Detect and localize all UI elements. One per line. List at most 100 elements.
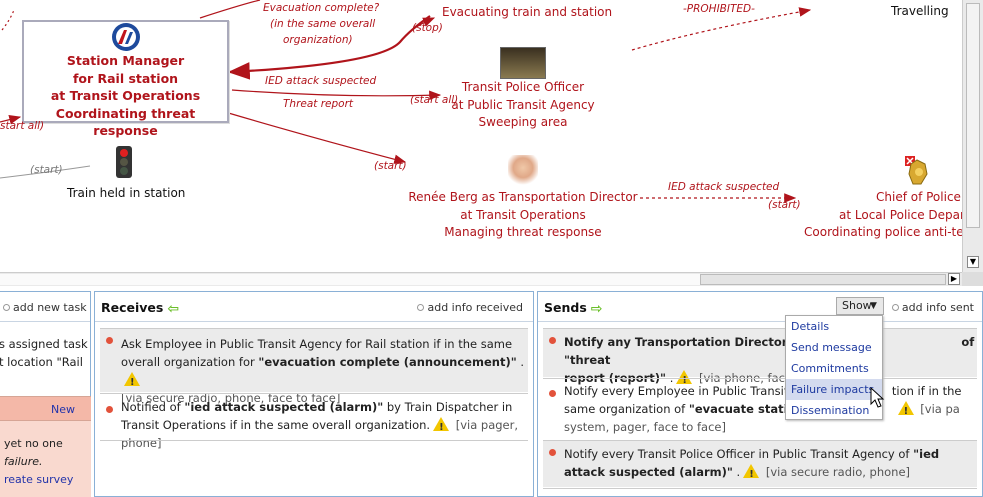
police-badge-icon <box>905 156 929 186</box>
divider <box>100 393 528 394</box>
scroll-down-arrow-icon[interactable]: ▼ <box>967 256 979 268</box>
task-line2: t location "Rail <box>0 355 83 369</box>
node-chief[interactable]: Chief of Police at Local Police Depar Co… <box>800 189 962 242</box>
receives-title: Receives ⇦ <box>101 300 180 317</box>
tasks-panel-header: add new task <box>0 292 90 322</box>
flow-arrow <box>231 89 442 101</box>
create-survey-link[interactable]: reate survey <box>4 471 73 489</box>
menu-item-failure-impacts[interactable]: Failure impacts <box>786 379 882 400</box>
station-manager-line2: for Rail station <box>72 70 179 86</box>
label-evac-complete-3: organization) <box>283 34 353 46</box>
new-badge: New <box>51 403 75 416</box>
horizontal-scroll-track <box>0 274 700 285</box>
flow-arrow <box>631 7 812 51</box>
station-manager-line4: Coordinating threat response <box>55 105 196 139</box>
label-evac-complete-2: (in the same overall <box>270 18 376 30</box>
vertical-scrollbar[interactable]: ≡ ▼ <box>962 0 983 272</box>
label-ied-suspected: IED attack suspected <box>265 75 377 87</box>
transit-police-line1: Transit Police Officer <box>461 80 585 94</box>
vertical-scroll-thumb[interactable] <box>966 3 980 228</box>
menu-item-details[interactable]: Details <box>786 316 882 337</box>
label-threat-report: Threat report <box>283 98 354 110</box>
label-prohibited: -PROHIBITED- <box>683 3 755 15</box>
scroll-corner <box>962 272 983 286</box>
node-renee[interactable]: Renée Berg as Transportation Director at… <box>408 189 638 242</box>
renee-line3: Managing threat response <box>444 225 602 239</box>
chevron-down-icon: ▼ <box>870 301 877 311</box>
label-start-all: (start all) <box>410 94 459 106</box>
bullet-icon <box>106 337 113 344</box>
bullet-icon <box>549 337 556 344</box>
node-train-held[interactable]: Train held in station <box>67 186 185 200</box>
arrow-right-icon: ⇨ <box>590 301 603 317</box>
divider <box>543 488 977 489</box>
task-line1: s assigned task <box>0 337 88 351</box>
warning-icon <box>743 464 760 484</box>
renee-line2: at Transit Operations <box>460 207 586 222</box>
node-station-manager[interactable]: Station Manager for Rail station at Tran… <box>22 20 229 138</box>
receive-item[interactable]: Ask Employee in Public Transit Agency fo… <box>100 329 528 405</box>
flow-arrow <box>1 9 15 31</box>
arrow-left-icon: ⇦ <box>167 301 180 317</box>
receive-item[interactable]: Notified of "ied attack suspected (alarm… <box>100 398 528 450</box>
warning-icon <box>897 401 914 421</box>
issue-line2: failure. <box>4 455 43 468</box>
flow-arrow <box>224 111 407 164</box>
add-info-sent-link[interactable]: add info sent <box>891 301 974 314</box>
task-issue-box: New yet no one failure. reate survey <box>0 396 91 497</box>
chief-line2: at Local Police Depar <box>839 207 962 222</box>
node-transit-police[interactable]: Transit Police Officer at Public Transit… <box>448 79 598 132</box>
send-item[interactable]: Notify every Transit Police Officer in P… <box>543 441 977 487</box>
label-ied-suspected-2: IED attack suspected <box>668 181 780 193</box>
bullet-icon <box>549 449 556 456</box>
task-description: s assigned task t location "Rail <box>0 335 88 371</box>
renee-line1: Renée Berg as Transportation Director <box>408 190 638 204</box>
horizontal-scroll-thumb[interactable] <box>700 274 946 285</box>
traffic-light-icon <box>116 146 132 178</box>
label-start-grey: (start) <box>30 164 63 176</box>
show-menu: Details Send message Commitments Failure… <box>785 315 883 420</box>
label-start-renee: (start) <box>374 160 407 172</box>
menu-item-dissemination[interactable]: Dissemination <box>786 400 882 421</box>
add-info-received-link[interactable]: add info received <box>417 301 523 314</box>
divider <box>543 378 977 379</box>
send-item[interactable]: Notify any Transportation Director in To… <box>543 329 977 390</box>
warning-icon <box>433 417 450 437</box>
send-item[interactable]: Notify every Employee in Public Transit … <box>543 382 977 436</box>
renee-avatar <box>508 155 538 187</box>
add-new-task-link[interactable]: add new task <box>3 301 87 314</box>
flow-arrow <box>199 0 261 19</box>
warning-icon <box>124 372 140 392</box>
label-start-chief: (start) <box>768 199 801 211</box>
receives-panel: Receives ⇦ add info received Ask Employee… <box>94 291 534 497</box>
menu-item-send-message[interactable]: Send message <box>786 337 882 358</box>
transit-police-line2: at Public Transit Agency <box>451 97 595 112</box>
issue-text: yet no one failure. reate survey <box>4 435 73 489</box>
show-dropdown-button[interactable]: Show ▼ <box>836 297 884 315</box>
chief-line3: Coordinating police anti-terr <box>804 225 962 239</box>
bullet-icon <box>106 406 113 413</box>
flow-diagram[interactable]: Evacuation complete? (in the same overal… <box>0 0 962 272</box>
receives-header: Receives ⇦ add info received <box>95 292 533 322</box>
chief-line1: Chief of Police <box>876 190 961 204</box>
station-manager-line3: at Transit Operations <box>50 88 201 103</box>
sends-title: Sends ⇨ <box>544 300 603 317</box>
label-start-all-left: start all) <box>0 120 45 132</box>
transit-police-line3: Sweeping area <box>478 115 568 129</box>
node-travelling[interactable]: Travelling <box>891 4 949 18</box>
horizontal-scrollbar[interactable]: ▶ <box>0 272 962 286</box>
transit-police-photo-icon <box>500 47 546 79</box>
sends-panel: Sends ⇨ add info sent Notify any Transpor… <box>537 291 983 497</box>
issue-line1: yet no one <box>4 437 63 450</box>
menu-item-commitments[interactable]: Commitments <box>786 358 882 379</box>
bullet-icon <box>549 390 556 397</box>
transit-logo-icon <box>112 23 140 51</box>
label-evac-complete-1: Evacuation complete? <box>263 2 380 14</box>
node-evacuating-train[interactable]: Evacuating train and station <box>442 4 612 22</box>
divider <box>100 440 528 441</box>
new-badge-row: New <box>0 397 91 421</box>
scroll-right-arrow-icon[interactable]: ▶ <box>948 273 960 285</box>
label-stop: (stop) <box>412 22 443 34</box>
mouse-cursor-icon <box>870 387 885 408</box>
station-manager-line1: Station Manager <box>66 53 185 68</box>
